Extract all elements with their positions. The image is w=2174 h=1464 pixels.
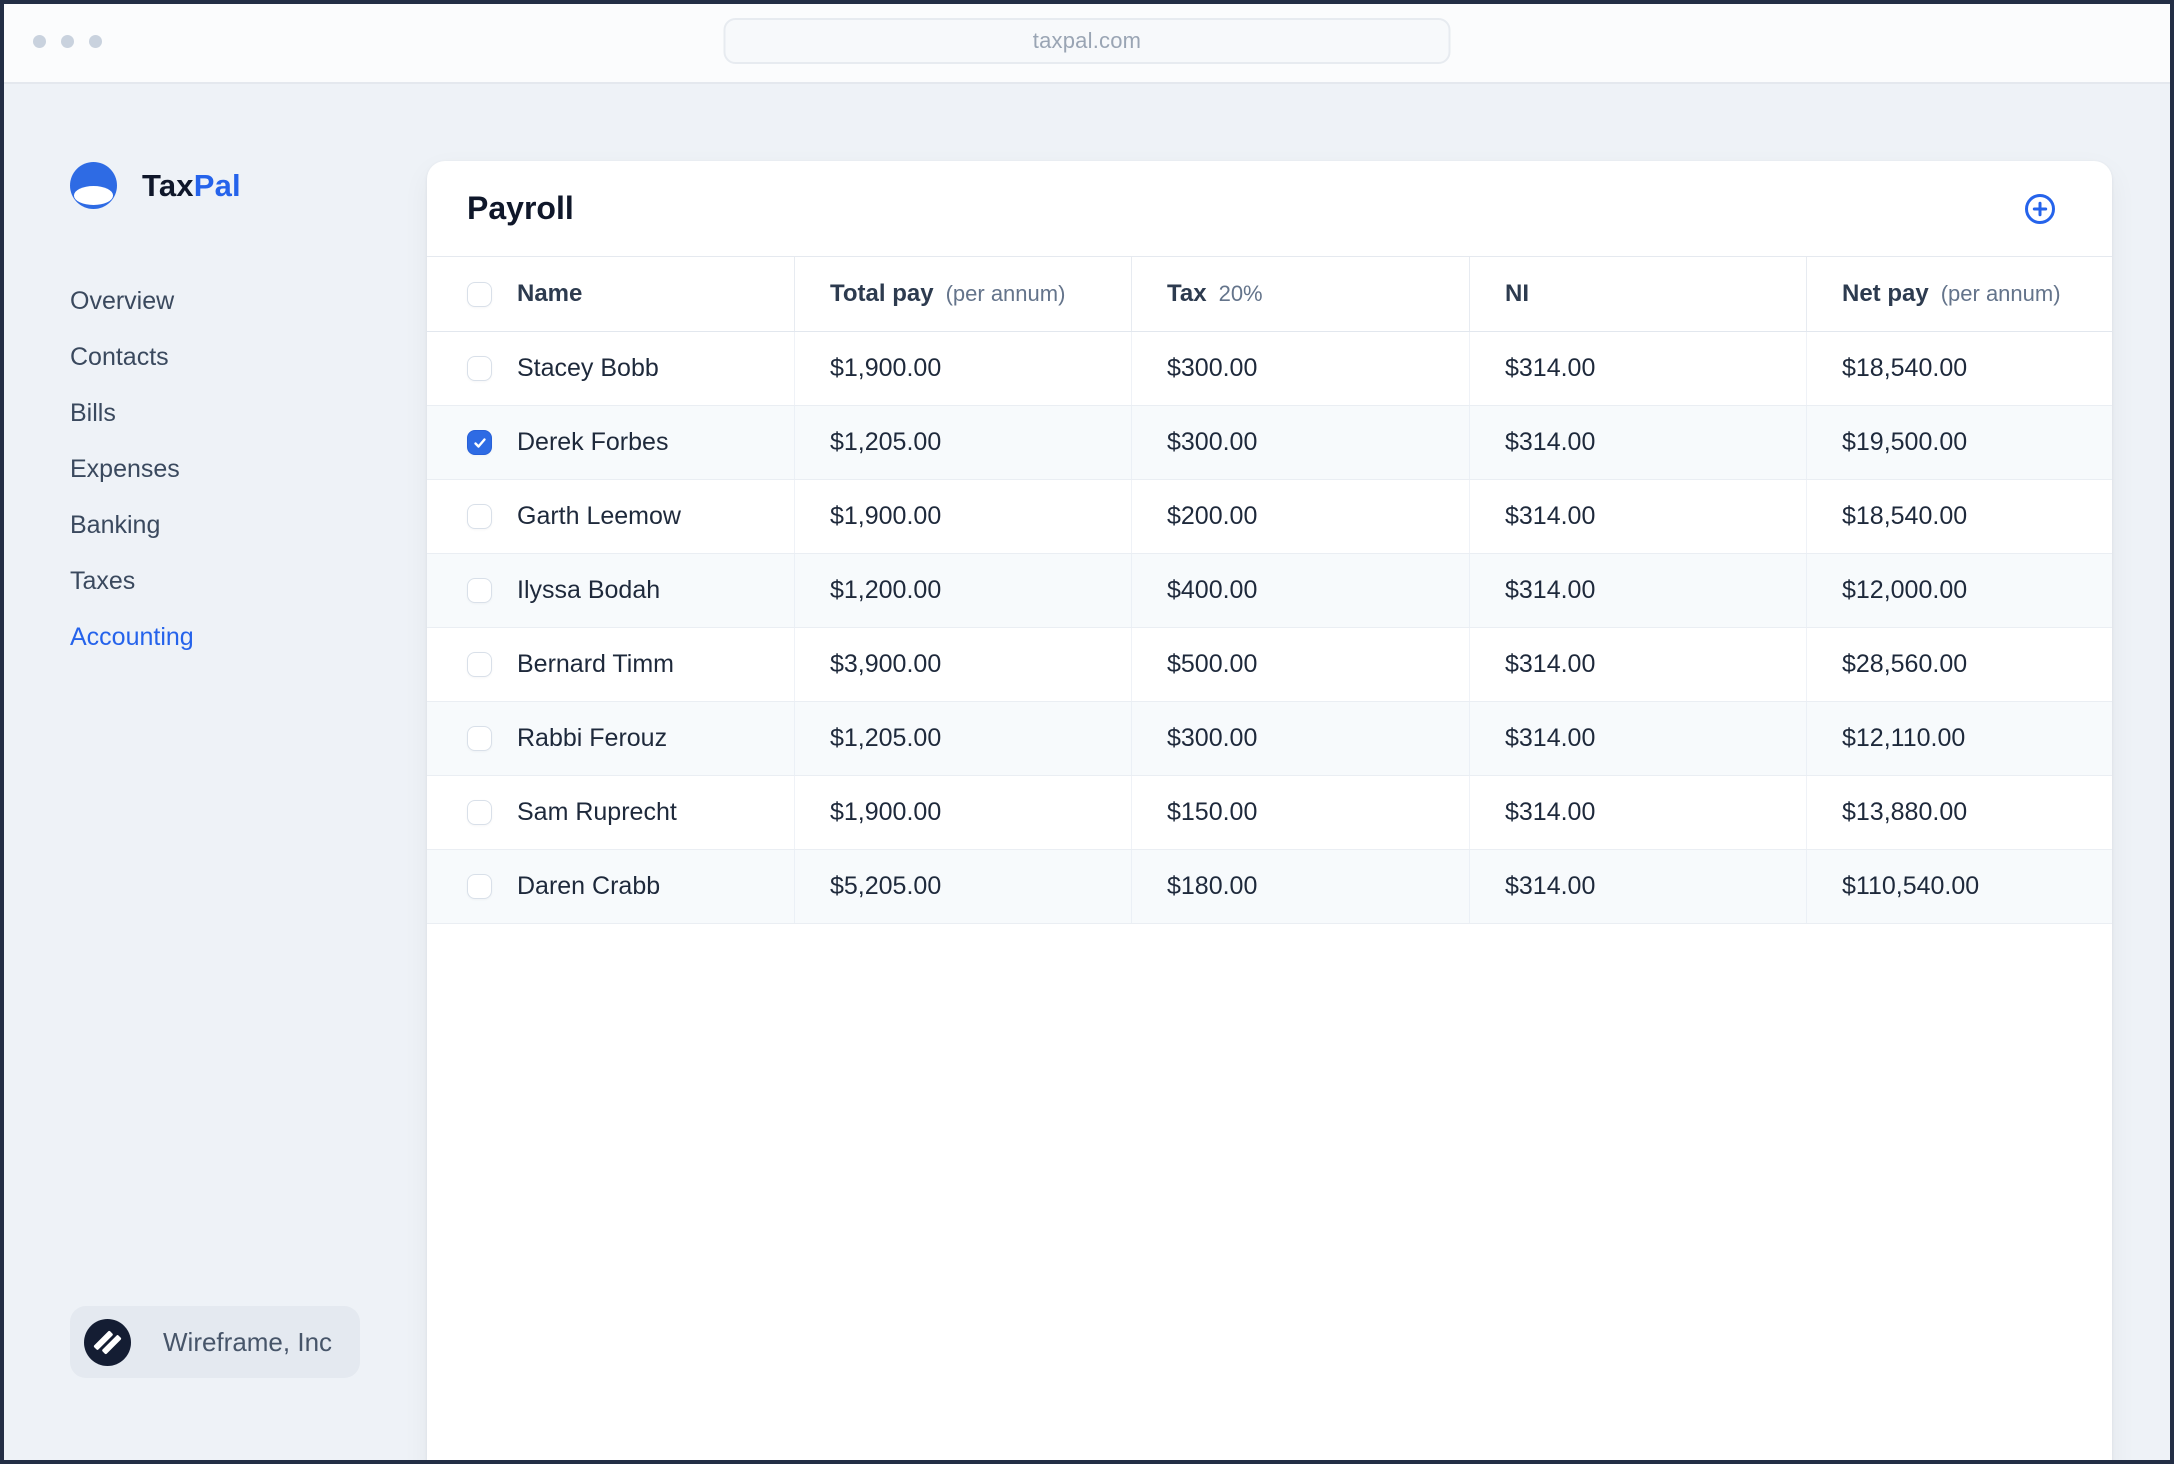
employee-name: Stacey Bobb bbox=[517, 354, 659, 382]
employee-name: Daren Crabb bbox=[517, 872, 661, 900]
url-bar[interactable]: taxpal.com bbox=[723, 18, 1451, 64]
sidebar-item-expenses[interactable]: Expenses bbox=[70, 452, 194, 486]
tax-value: $300.00 bbox=[1131, 332, 1469, 405]
url-text: taxpal.com bbox=[1032, 28, 1142, 53]
ni-value: $314.00 bbox=[1469, 776, 1806, 849]
total-pay-value: $1,900.00 bbox=[794, 480, 1131, 553]
tax-value: $500.00 bbox=[1131, 628, 1469, 701]
row-checkbox[interactable] bbox=[467, 874, 492, 899]
ni-value: $314.00 bbox=[1469, 332, 1806, 405]
screenshot-frame: taxpal.com TaxPal Overview Contacts Bill… bbox=[0, 0, 2174, 1464]
row-checkbox[interactable] bbox=[467, 652, 492, 677]
net-pay-value: $18,540.00 bbox=[1806, 480, 2112, 553]
employee-name: Bernard Timm bbox=[517, 650, 674, 678]
payroll-card-header: Payroll bbox=[427, 161, 2112, 257]
net-pay-value: $18,540.00 bbox=[1806, 332, 2112, 405]
net-pay-value: $12,110.00 bbox=[1806, 702, 2112, 775]
window-control-dot[interactable] bbox=[89, 35, 102, 48]
total-pay-value: $1,200.00 bbox=[794, 554, 1131, 627]
ni-value: $314.00 bbox=[1469, 850, 1806, 923]
add-entry-button[interactable] bbox=[2022, 191, 2058, 227]
table-header: Name Total pay (per annum) Tax 20% NI Ne… bbox=[427, 257, 2112, 332]
workspace-switcher[interactable]: Wireframe, Inc bbox=[70, 1306, 360, 1378]
window-controls bbox=[33, 35, 102, 48]
table-row: Derek Forbes $1,205.00 $300.00 $314.00 $… bbox=[427, 406, 2112, 480]
app-body: TaxPal Overview Contacts Bills Expenses … bbox=[4, 84, 2170, 1460]
page-title: Payroll bbox=[467, 190, 574, 226]
employee-name: Derek Forbes bbox=[517, 428, 669, 456]
workspace-name: Wireframe, Inc bbox=[163, 1326, 333, 1357]
ni-value: $314.00 bbox=[1469, 628, 1806, 701]
tax-value: $150.00 bbox=[1131, 776, 1469, 849]
ni-value: $314.00 bbox=[1469, 406, 1806, 479]
net-pay-value: $13,880.00 bbox=[1806, 776, 2112, 849]
total-pay-value: $3,900.00 bbox=[794, 628, 1131, 701]
ni-value: $314.00 bbox=[1469, 480, 1806, 553]
sidebar-item-overview[interactable]: Overview bbox=[70, 284, 194, 318]
sidebar-item-bills[interactable]: Bills bbox=[70, 396, 194, 430]
net-pay-value: $12,000.00 bbox=[1806, 554, 2112, 627]
total-pay-value: $5,205.00 bbox=[794, 850, 1131, 923]
table-row: Bernard Timm $3,900.00 $500.00 $314.00 $… bbox=[427, 628, 2112, 702]
sidebar-item-taxes[interactable]: Taxes bbox=[70, 564, 194, 598]
column-header-name: Name bbox=[427, 257, 794, 331]
row-checkbox[interactable] bbox=[467, 578, 492, 603]
row-checkbox[interactable] bbox=[467, 726, 492, 751]
browser-chrome: taxpal.com bbox=[4, 4, 2170, 84]
select-all-checkbox[interactable] bbox=[467, 281, 492, 307]
employee-name: Sam Ruprecht bbox=[517, 798, 677, 826]
table-row: Daren Crabb $5,205.00 $180.00 $314.00 $1… bbox=[427, 850, 2112, 924]
row-checkbox[interactable] bbox=[467, 356, 492, 381]
window-control-dot[interactable] bbox=[33, 35, 46, 48]
ni-value: $314.00 bbox=[1469, 554, 1806, 627]
sidebar-nav: Overview Contacts Bills Expenses Banking… bbox=[70, 284, 194, 676]
total-pay-value: $1,205.00 bbox=[794, 406, 1131, 479]
net-pay-value: $19,500.00 bbox=[1806, 406, 2112, 479]
taxpal-logo-icon bbox=[70, 162, 117, 209]
total-pay-value: $1,900.00 bbox=[794, 776, 1131, 849]
tax-value: $180.00 bbox=[1131, 850, 1469, 923]
table-row: Ilyssa Bodah $1,200.00 $400.00 $314.00 $… bbox=[427, 554, 2112, 628]
payroll-card: Payroll Name Total pay (per annum) Tax 2… bbox=[427, 161, 2112, 1460]
table-row: Sam Ruprecht $1,900.00 $150.00 $314.00 $… bbox=[427, 776, 2112, 850]
employee-name: Rabbi Ferouz bbox=[517, 724, 668, 752]
column-header-ni: NI bbox=[1469, 257, 1806, 331]
ni-value: $314.00 bbox=[1469, 702, 1806, 775]
tax-value: $200.00 bbox=[1131, 480, 1469, 553]
employee-name: Garth Leemow bbox=[517, 502, 681, 530]
net-pay-value: $110,540.00 bbox=[1806, 850, 2112, 923]
column-header-total-pay: Total pay (per annum) bbox=[794, 257, 1131, 331]
column-header-net-pay: Net pay (per annum) bbox=[1806, 257, 2112, 331]
brand-name: TaxPal bbox=[142, 167, 241, 203]
total-pay-value: $1,900.00 bbox=[794, 332, 1131, 405]
brand[interactable]: TaxPal bbox=[70, 162, 241, 209]
row-checkbox[interactable] bbox=[467, 504, 492, 529]
table-row: Stacey Bobb $1,900.00 $300.00 $314.00 $1… bbox=[427, 332, 2112, 406]
tax-value: $300.00 bbox=[1131, 406, 1469, 479]
row-checkbox[interactable] bbox=[467, 430, 492, 455]
table-row: Garth Leemow $1,900.00 $200.00 $314.00 $… bbox=[427, 480, 2112, 554]
column-header-tax: Tax 20% bbox=[1131, 257, 1469, 331]
sidebar-item-contacts[interactable]: Contacts bbox=[70, 340, 194, 374]
sidebar-item-accounting[interactable]: Accounting bbox=[70, 620, 194, 654]
tax-value: $400.00 bbox=[1131, 554, 1469, 627]
row-checkbox[interactable] bbox=[467, 800, 492, 825]
plus-circle-icon bbox=[2025, 193, 2055, 224]
total-pay-value: $1,205.00 bbox=[794, 702, 1131, 775]
tax-value: $300.00 bbox=[1131, 702, 1469, 775]
sidebar-item-banking[interactable]: Banking bbox=[70, 508, 194, 542]
wireframe-logo-icon bbox=[84, 1318, 131, 1366]
table-row: Rabbi Ferouz $1,205.00 $300.00 $314.00 $… bbox=[427, 702, 2112, 776]
employee-name: Ilyssa Bodah bbox=[517, 576, 661, 604]
net-pay-value: $28,560.00 bbox=[1806, 628, 2112, 701]
window-control-dot[interactable] bbox=[61, 35, 74, 48]
